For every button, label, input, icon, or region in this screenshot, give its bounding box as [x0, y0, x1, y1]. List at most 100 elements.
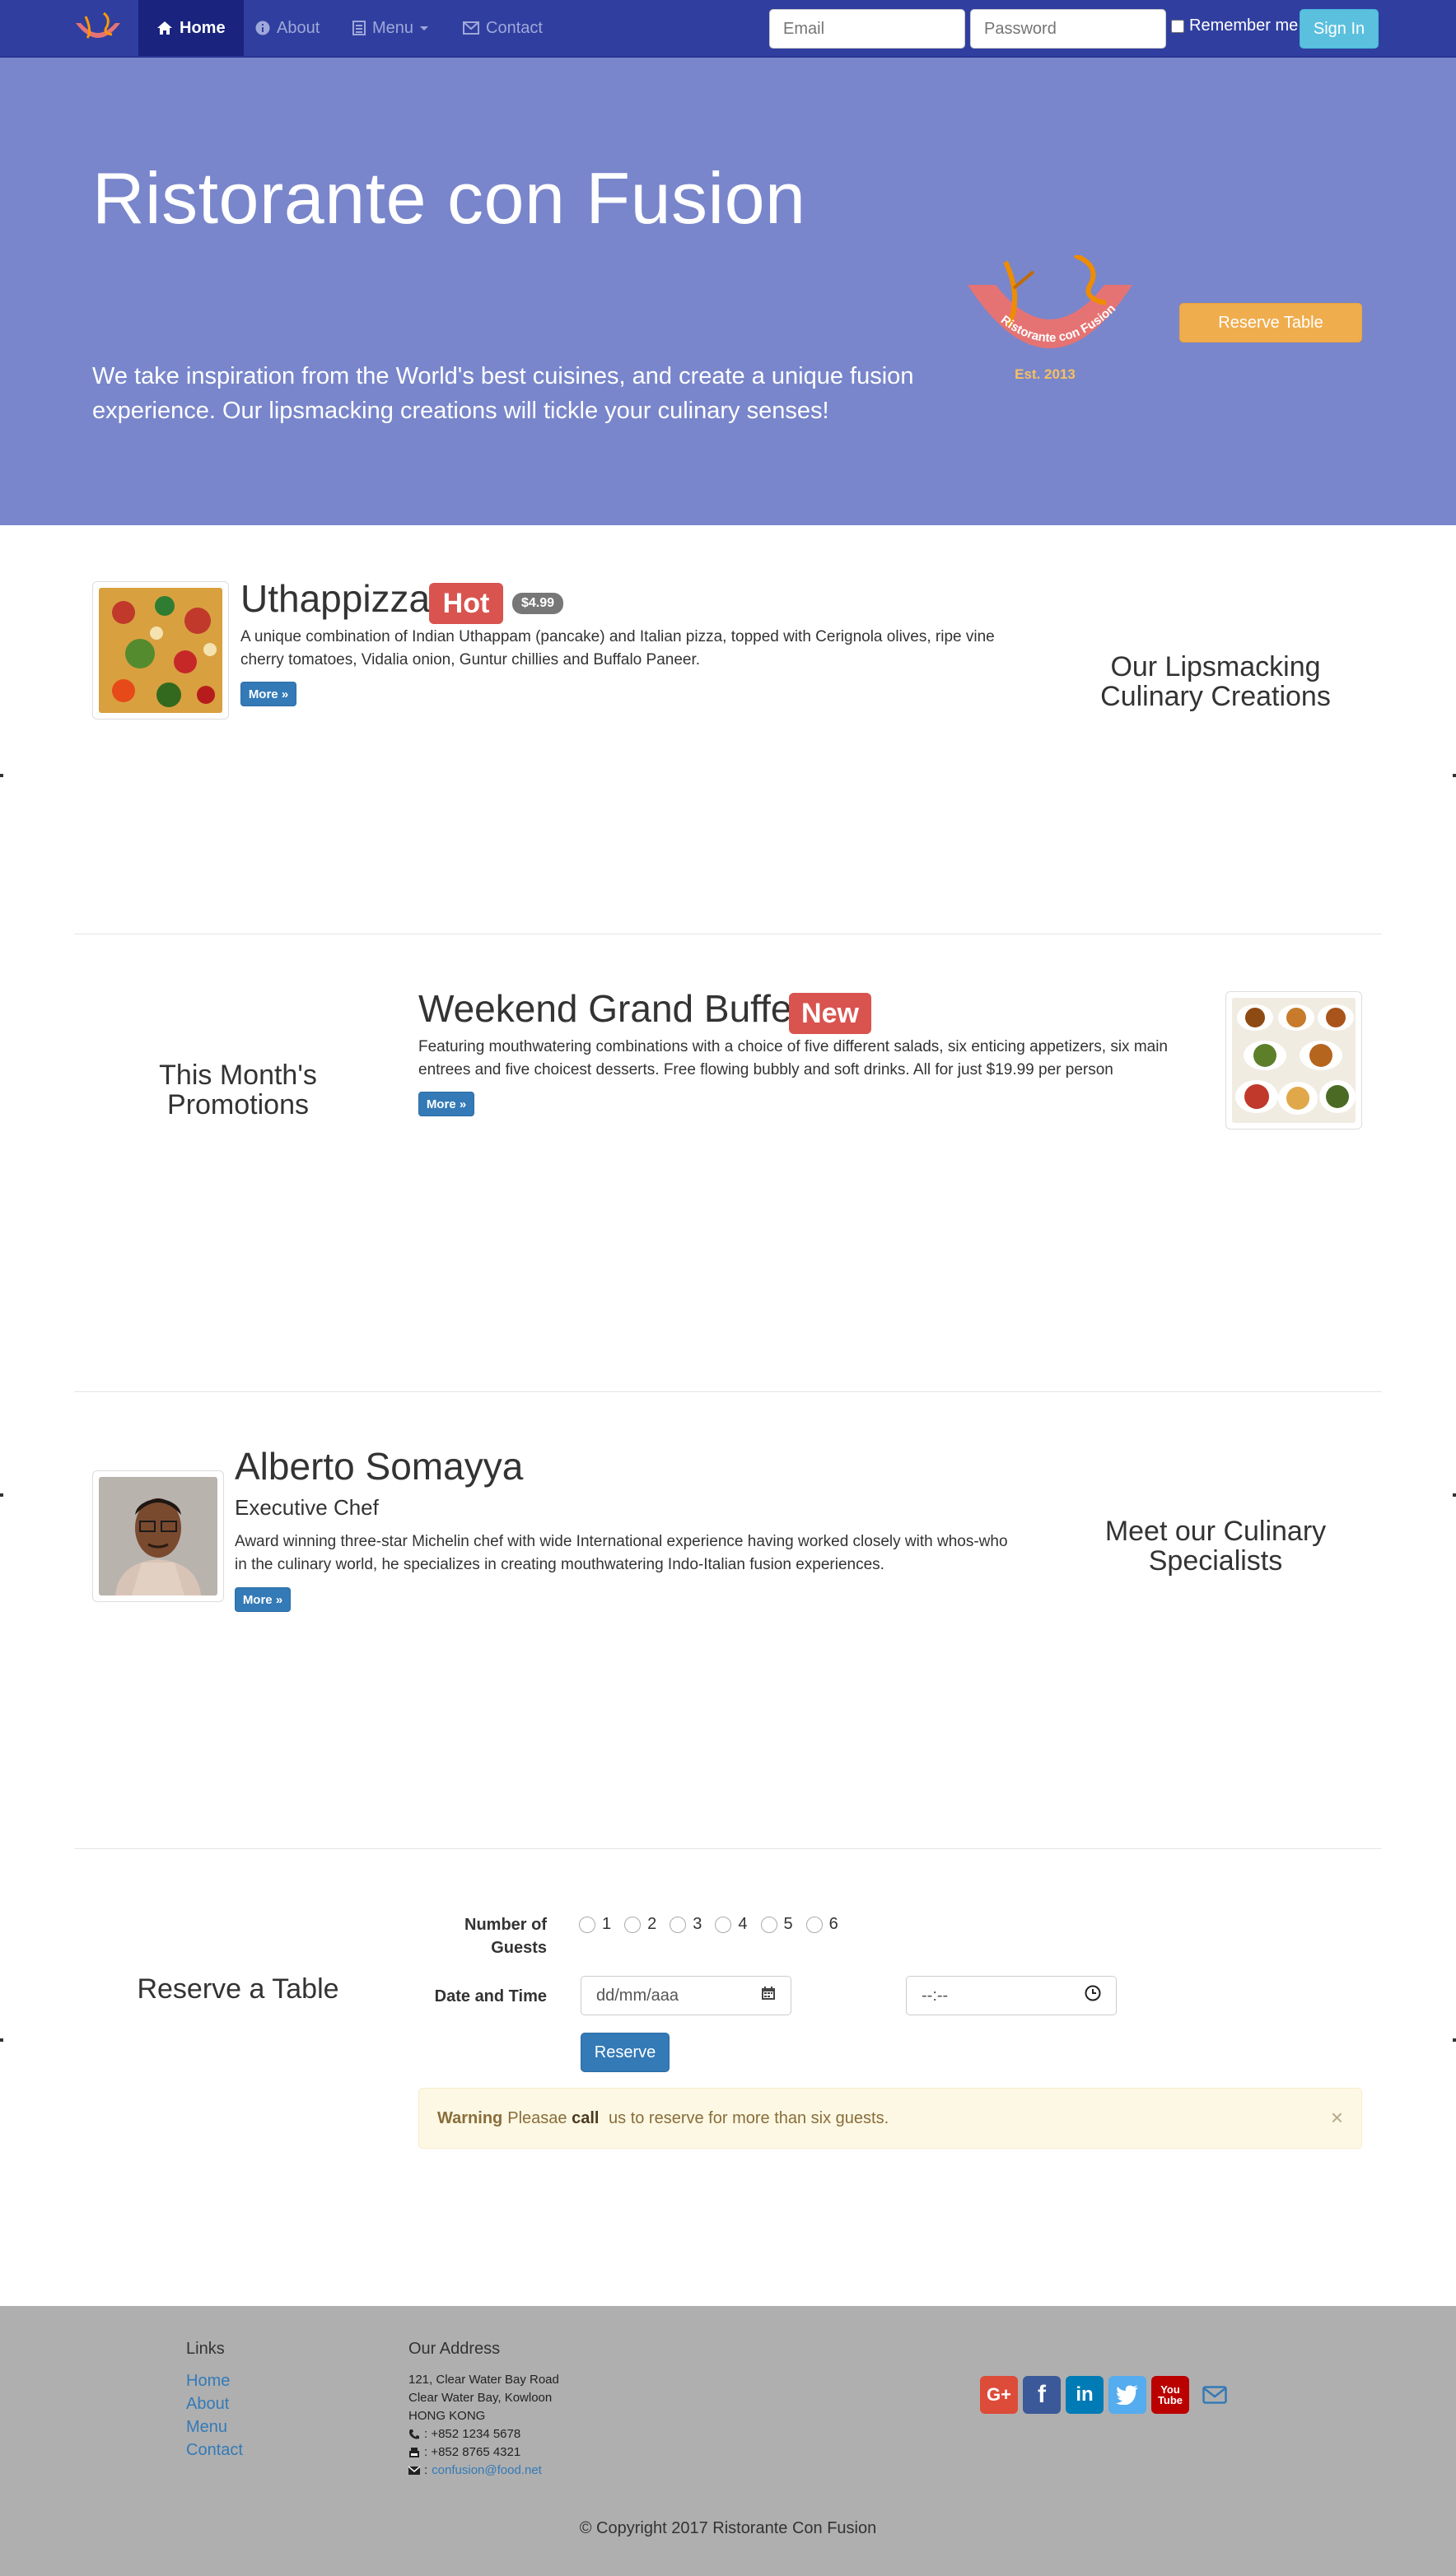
nav-about[interactable]: About: [237, 0, 338, 56]
address-line: Clear Water Bay, Kowloon: [408, 2391, 553, 2405]
footer-link-about[interactable]: About: [186, 2395, 229, 2413]
radio-button[interactable]: [579, 1916, 595, 1933]
edge-marker: [1453, 774, 1456, 777]
leader-name: Alberto Somayya: [235, 1445, 524, 1488]
footer-link-menu[interactable]: Menu: [186, 2418, 227, 2436]
dish-section-heading: Our Lipsmacking Culinary Creations: [1100, 651, 1331, 712]
guests-option[interactable]: 5: [760, 1915, 793, 1934]
close-icon[interactable]: ×: [1331, 2107, 1343, 2128]
phone-icon: [408, 2429, 420, 2440]
footer-link-contact[interactable]: Contact: [186, 2441, 243, 2459]
reserve-table-button[interactable]: Reserve Table: [1179, 303, 1362, 342]
site-tagline: We take inspiration from the World's bes…: [92, 363, 914, 424]
twitter-icon[interactable]: [1108, 2376, 1146, 2414]
fax-line: : +852 8765 4321: [408, 2443, 559, 2462]
nav-about-label: About: [277, 18, 320, 37]
google-plus-icon[interactable]: G+: [980, 2376, 1018, 2414]
edge-marker: [0, 2038, 3, 2042]
footer-address: 121, Clear Water Bay Road Clear Water Ba…: [408, 2371, 559, 2480]
footer-links: Home About Menu Contact: [186, 2369, 243, 2462]
info-icon: [255, 21, 270, 35]
calendar-icon[interactable]: [761, 1986, 776, 2005]
leader-thumbnail[interactable]: [92, 1470, 224, 1602]
brand-logo[interactable]: [71, 10, 125, 48]
sign-in-button[interactable]: Sign In: [1300, 9, 1379, 49]
guests-option[interactable]: 1: [579, 1915, 611, 1934]
alert-text-1: Pleasae: [507, 2108, 567, 2127]
leader-section-heading: Meet our Culinary Specialists: [1104, 1516, 1327, 1577]
warning-alert: Warning Pleasae call us to reserve for m…: [418, 2088, 1362, 2149]
linkedin-icon[interactable]: in: [1066, 2376, 1104, 2414]
nav-home[interactable]: Home: [138, 0, 244, 56]
nav-contact[interactable]: Contact: [445, 0, 561, 56]
section-divider: [74, 1848, 1382, 1849]
reserve-submit-button[interactable]: Reserve: [581, 2033, 670, 2072]
mail-icon[interactable]: [1196, 2376, 1234, 2414]
guests-option[interactable]: 3: [670, 1915, 702, 1934]
radio-button[interactable]: [805, 1916, 823, 1933]
password-input[interactable]: [970, 9, 1166, 49]
dish-thumbnail[interactable]: [92, 581, 229, 720]
alert-call: call: [572, 2108, 600, 2127]
alert-strong: Warning: [437, 2108, 503, 2127]
leader-description: Award winning three-star Michelin chef w…: [235, 1533, 1008, 1573]
nav-menu-dropdown[interactable]: Menu: [334, 0, 446, 56]
copyright: © Copyright 2017 Ristorante Con Fusion: [579, 2519, 877, 2537]
home-icon: [156, 21, 173, 35]
promotion-more-button[interactable]: More »: [418, 1092, 474, 1116]
navbar: Home About Menu Contact Remember me Sign…: [0, 0, 1456, 58]
facebook-icon[interactable]: f: [1023, 2376, 1061, 2414]
guests-option-label: 5: [783, 1915, 793, 1933]
promotion-thumbnail[interactable]: [1225, 991, 1362, 1130]
section-divider: [74, 1391, 1382, 1392]
uthappizza-image: [99, 588, 222, 713]
fax-icon: [408, 2447, 420, 2458]
radio-button[interactable]: [715, 1916, 732, 1933]
address-line: HONG KONG: [408, 2409, 486, 2423]
leader-more-button[interactable]: More »: [235, 1587, 291, 1612]
promotion-section-heading: This Month's Promotions: [159, 1060, 317, 1120]
guests-option-label: 3: [693, 1915, 702, 1933]
radio-button[interactable]: [760, 1916, 777, 1933]
time-input[interactable]: --:--: [906, 1976, 1117, 2015]
remember-me[interactable]: Remember me: [1171, 16, 1298, 35]
list-icon: [352, 21, 366, 35]
guests-option-label: 2: [647, 1915, 657, 1933]
guests-option[interactable]: 2: [624, 1915, 656, 1934]
price-badge: $4.99: [512, 593, 563, 614]
dish-description: A unique combination of Indian Uthappam …: [240, 628, 995, 668]
address-line: 121, Clear Water Bay Road: [408, 2373, 559, 2387]
remember-me-checkbox[interactable]: [1171, 19, 1184, 33]
phone-line: : +852 1234 5678: [408, 2425, 559, 2443]
site-title: Ristorante con Fusion: [92, 157, 806, 239]
footer-link-home[interactable]: Home: [186, 2372, 230, 2390]
nav-contact-label: Contact: [486, 18, 543, 37]
guests-option[interactable]: 6: [805, 1915, 838, 1934]
guests-label: Number of Guests: [464, 1916, 547, 1957]
jumbotron: Ristorante con Fusion We take inspiratio…: [0, 58, 1456, 525]
edge-marker: [1453, 1493, 1456, 1497]
guests-option[interactable]: 4: [715, 1915, 748, 1934]
radio-button[interactable]: [624, 1916, 642, 1933]
edge-marker: [0, 1493, 3, 1497]
dish-more-button[interactable]: More »: [240, 682, 296, 706]
nav-home-label: Home: [180, 18, 226, 37]
email-line: : confusion@food.net: [408, 2462, 559, 2480]
date-input[interactable]: dd/mm/aaa: [581, 1976, 791, 2015]
fax-number: : +852 8765 4321: [424, 2445, 521, 2459]
logo-est: Est. 2013: [1015, 366, 1076, 382]
clock-icon[interactable]: [1085, 1985, 1101, 2006]
caret-down-icon: [420, 26, 429, 30]
youtube-icon[interactable]: You Tube: [1151, 2376, 1189, 2414]
date-placeholder: dd/mm/aaa: [596, 1986, 679, 2005]
email-input[interactable]: [769, 9, 965, 49]
hot-badge: Hot: [429, 583, 503, 624]
leader-designation: Executive Chef: [235, 1495, 379, 1520]
radio-button[interactable]: [670, 1916, 687, 1933]
email-link[interactable]: confusion@food.net: [432, 2462, 542, 2480]
remember-me-label: Remember me: [1189, 16, 1299, 35]
new-badge: New: [789, 993, 871, 1034]
guests-option-label: 6: [828, 1915, 838, 1933]
dish-name: Uthappizza: [240, 577, 431, 620]
time-placeholder: --:--: [922, 1986, 949, 2005]
